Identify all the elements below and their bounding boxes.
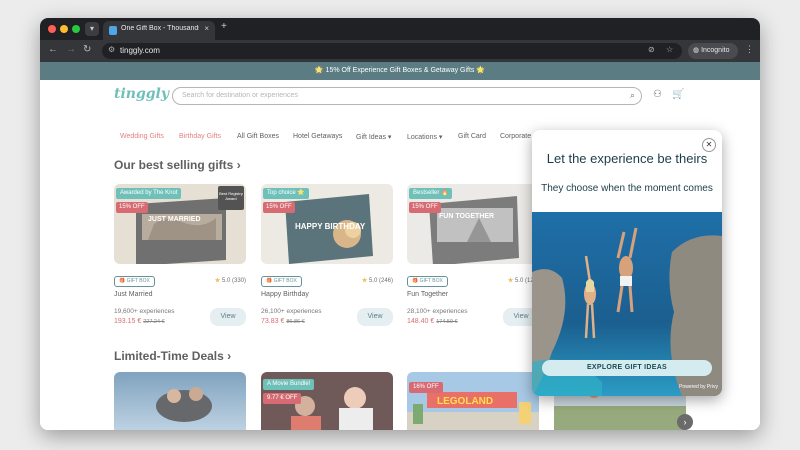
eye-off-icon[interactable]: ⊘	[648, 45, 655, 54]
window-maximize-dot[interactable]	[72, 25, 80, 33]
powered-by-label[interactable]: Powered by Privy	[679, 384, 718, 390]
active-tab[interactable]: One Gift Box - Thousands of ×	[103, 21, 215, 40]
tab-search-chevron-icon[interactable]: ▾	[85, 22, 99, 36]
web-page: 🌟 15% Off Experience Gift Boxes & Getawa…	[40, 62, 760, 430]
back-icon[interactable]: ←	[48, 44, 58, 55]
explore-gift-ideas-button[interactable]: EXPLORE GIFT IDEAS	[542, 360, 712, 376]
tab-title: One Gift Box - Thousands of	[121, 25, 199, 32]
incognito-label: Incognito	[701, 47, 730, 54]
promo-modal: Let the experience be theirs They choose…	[532, 130, 722, 396]
tab-strip: ▾ One Gift Box - Thousands of × +	[40, 18, 760, 40]
new-tab-icon[interactable]: +	[221, 21, 227, 32]
browser-window: ▾ One Gift Box - Thousands of × + ← → ↻ …	[40, 18, 760, 430]
address-bar[interactable]: ⚙ tinggly.com ⊘ ☆	[102, 43, 682, 59]
tab-favicon-icon	[109, 26, 117, 35]
forward-icon[interactable]: →	[66, 44, 76, 55]
incognito-badge[interactable]: ◍ Incognito	[688, 43, 738, 59]
incognito-icon: ◍	[693, 47, 700, 54]
site-info-icon[interactable]: ⚙	[108, 45, 115, 54]
close-icon[interactable]: ✕	[702, 138, 716, 152]
modal-subheadline: They choose when the moment comes	[541, 183, 713, 194]
tab-close-icon[interactable]: ×	[204, 24, 209, 33]
reload-icon[interactable]: ↻	[83, 44, 91, 55]
browser-menu-icon[interactable]: ⋮	[745, 44, 754, 55]
window-close-dot[interactable]	[48, 25, 56, 33]
bookmark-star-icon[interactable]: ☆	[666, 45, 673, 54]
modal-headline: Let the experience be theirs	[546, 151, 708, 166]
url-text: tinggly.com	[120, 46, 160, 55]
browser-toolbar: ← → ↻ ⚙ tinggly.com ⊘ ☆ ◍ Incognito ⋮	[40, 40, 760, 62]
window-minimize-dot[interactable]	[60, 25, 68, 33]
